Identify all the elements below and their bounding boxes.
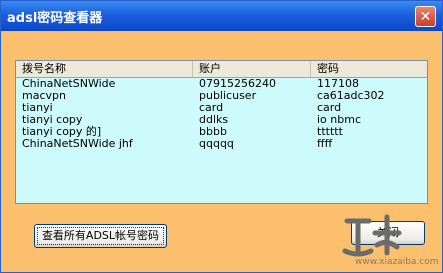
column-header-dial-name[interactable]: 拨号名称 — [16, 61, 193, 77]
column-header-account[interactable]: 账户 — [193, 61, 311, 77]
cell-account: qqqqq — [199, 137, 234, 150]
column-header-password[interactable]: 密码 — [311, 61, 427, 77]
cell-dial-name: ChinaNetSNWide jhf — [22, 137, 133, 150]
cell-password: ffff — [317, 137, 333, 150]
list-header: 拨号名称 账户 密码 — [16, 61, 427, 78]
view-all-button[interactable]: 查看所有ADSL帐号密码 — [34, 224, 167, 248]
watermark-text: www.xiazaiba.com — [355, 257, 439, 267]
app-window: adsl密码查看器 ✕ 拨号名称 账户 密码 ChinaNetSNWide 079… — [0, 0, 443, 273]
account-list[interactable]: 拨号名称 账户 密码 ChinaNetSNWide 07915256240 1171… — [15, 60, 428, 204]
focus-rect — [37, 227, 164, 245]
window-title: adsl密码查看器 — [7, 11, 103, 26]
table-row[interactable]: ChinaNetSNWide jhf qqqqq ffff — [16, 138, 427, 150]
close-icon[interactable]: ✕ — [415, 6, 436, 27]
title-bar[interactable]: adsl密码查看器 ✕ — [1, 1, 442, 31]
